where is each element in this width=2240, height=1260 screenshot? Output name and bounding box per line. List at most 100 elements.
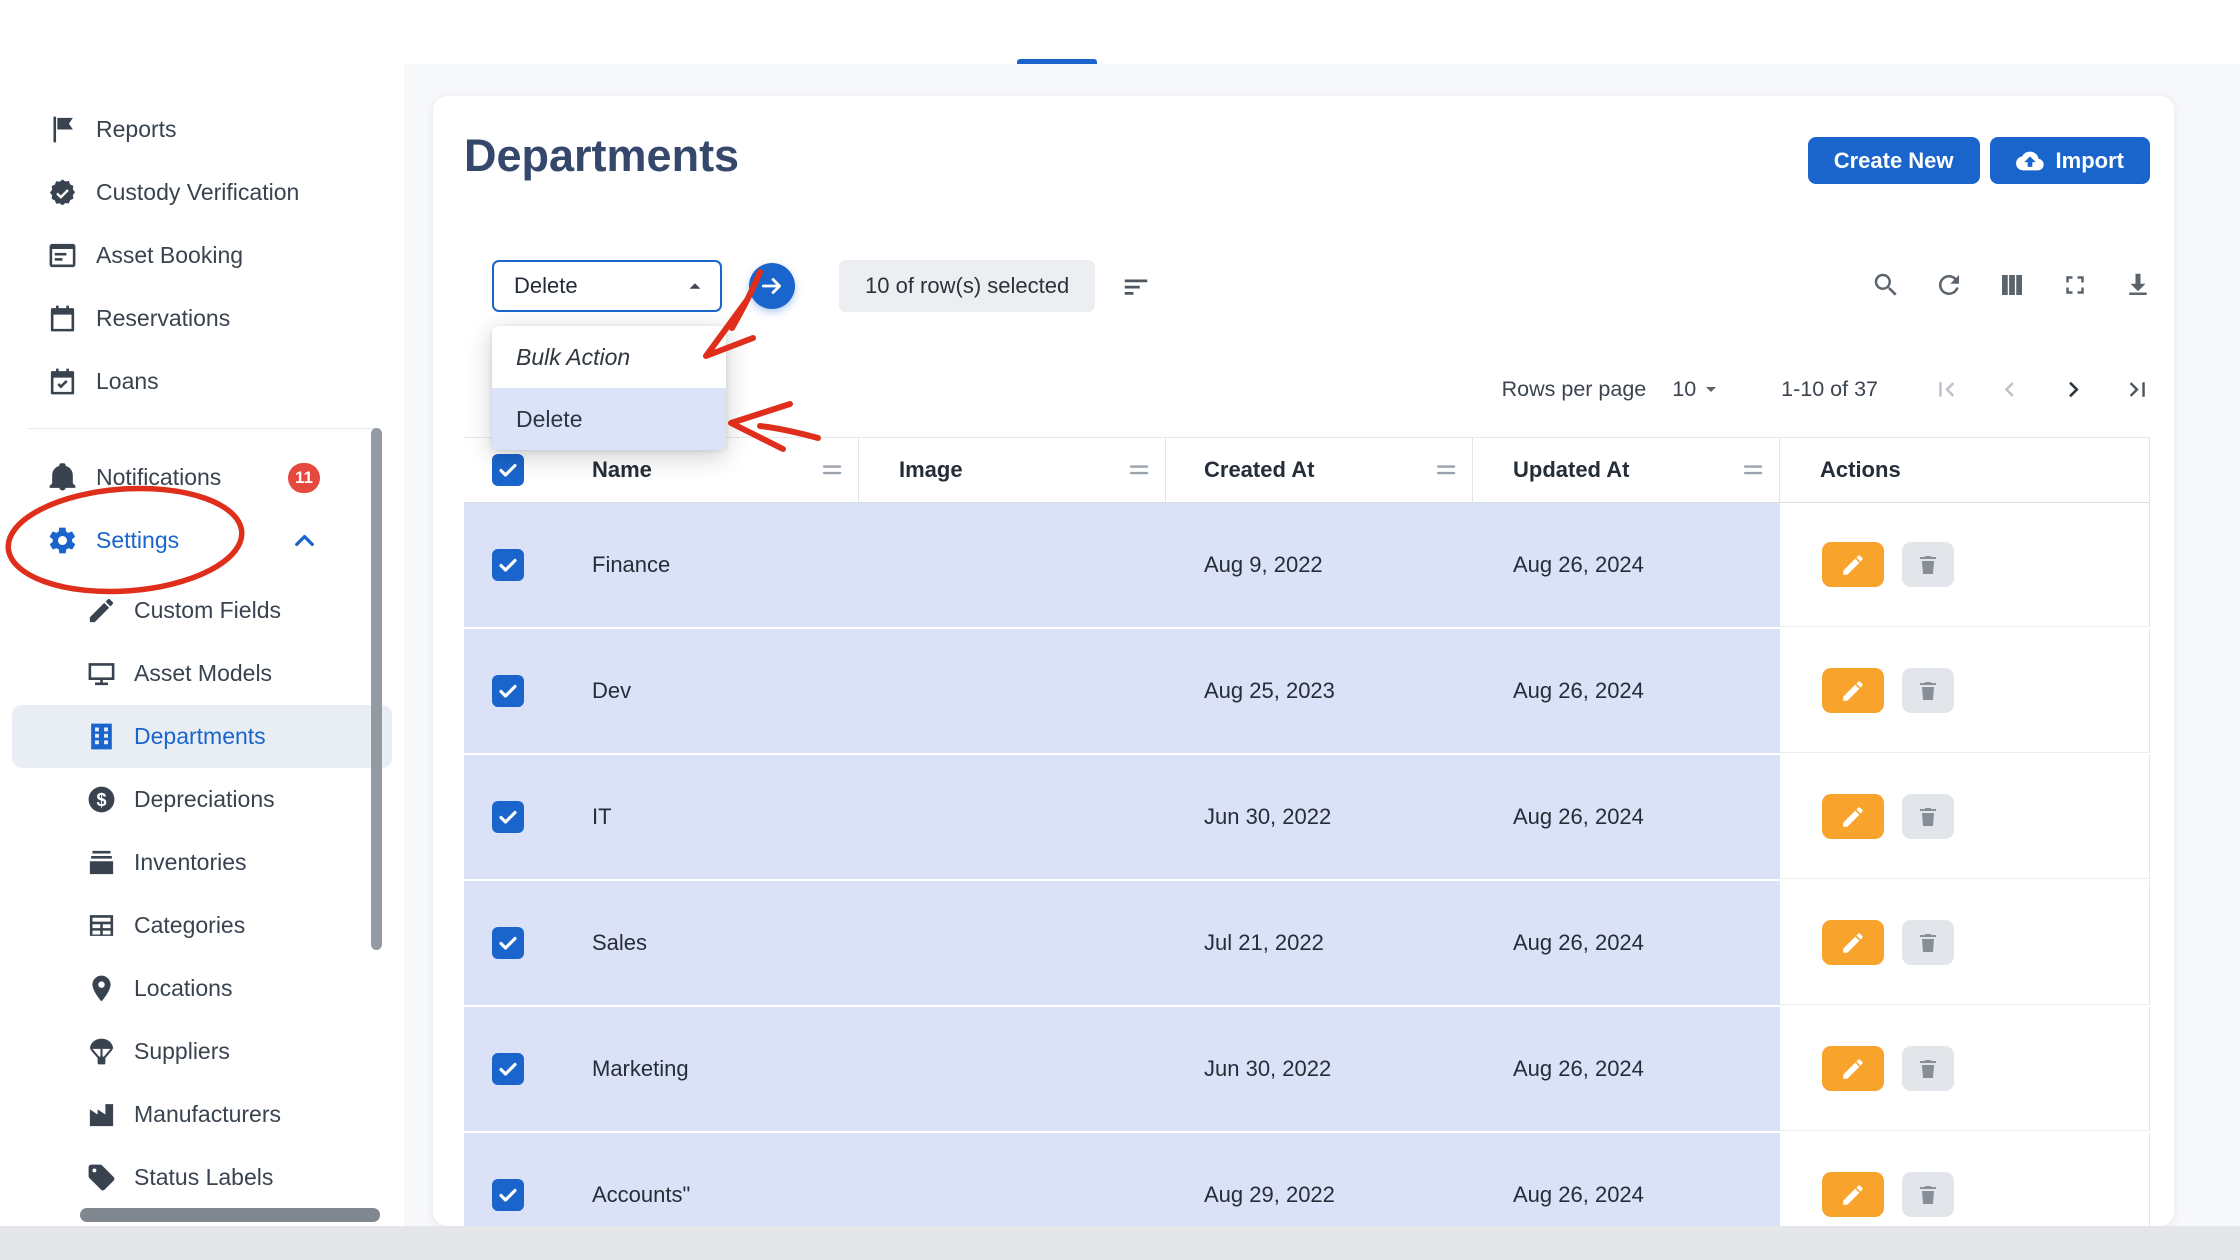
delete-button[interactable] [1902, 668, 1954, 713]
refresh-icon[interactable] [1934, 270, 1964, 300]
sort-icon[interactable] [1121, 272, 1151, 302]
sidebar-item-loans[interactable]: Loans [0, 350, 404, 413]
sidebar-item-suppliers[interactable]: Suppliers [12, 1020, 392, 1083]
arrow-right-icon [759, 273, 785, 299]
sidebar-item-custody-verification[interactable]: Custody Verification [0, 161, 404, 224]
download-icon[interactable] [2123, 270, 2153, 300]
cell-actions [1780, 1007, 2150, 1131]
calendar-check-icon [47, 366, 78, 397]
sidebar-item-departments[interactable]: Departments [12, 705, 392, 768]
row-checkbox[interactable] [492, 801, 524, 833]
sidebar-item-label: Loans [96, 368, 159, 394]
card-icon [47, 240, 78, 271]
sidebar-item-custom-fields[interactable]: Custom Fields [12, 579, 392, 642]
cell-actions [1780, 503, 2150, 627]
column-label: Image [899, 457, 963, 482]
edit-button[interactable] [1822, 542, 1884, 587]
edit-button[interactable] [1822, 668, 1884, 713]
sidebar-item-asset-models[interactable]: Asset Models [12, 642, 392, 705]
sidebar-item-inventories[interactable]: Inventories [12, 831, 392, 894]
sidebar-item-label: Settings [96, 527, 180, 553]
sidebar-item-label: Categories [134, 912, 246, 938]
sidebar-item-depreciations[interactable]: $ Depreciations [12, 768, 392, 831]
pagination-bar: Rows per page 10 1-10 of 37 [1502, 363, 2152, 415]
header-cell-updated-at[interactable]: Updated At [1473, 438, 1780, 502]
cell-image [859, 629, 1166, 753]
row-checkbox[interactable] [492, 927, 524, 959]
sidebar-item-locations[interactable]: Locations [12, 957, 392, 1020]
create-new-button[interactable]: Create New [1807, 137, 1980, 184]
first-page-icon[interactable] [1932, 375, 1961, 404]
building-icon [86, 721, 117, 752]
sidebar-item-reservations[interactable]: Reservations [0, 287, 404, 350]
row-checkbox[interactable] [492, 1179, 524, 1211]
delete-button[interactable] [1902, 794, 1954, 839]
sidebar-horizontal-scrollbar[interactable] [80, 1208, 380, 1222]
row-checkbox[interactable] [492, 549, 524, 581]
row-checkbox[interactable] [492, 675, 524, 707]
sidebar-item-label: Custom Fields [134, 597, 281, 623]
delete-button[interactable] [1902, 1046, 1954, 1091]
apply-bulk-action-button[interactable] [749, 263, 795, 309]
rows-per-page-select[interactable]: 10 [1672, 377, 1723, 402]
menu-item-delete[interactable]: Delete [492, 388, 726, 450]
sidebar-item-reports[interactable]: Reports [0, 98, 404, 161]
sidebar-item-label: Reports [96, 116, 177, 142]
rows-per-page-label: Rows per page [1501, 376, 1647, 401]
column-drag-handle-icon[interactable] [1743, 463, 1765, 477]
row-checkbox[interactable] [492, 1053, 524, 1085]
bulk-action-select[interactable]: Delete [492, 260, 722, 312]
sidebar-item-notifications[interactable]: Notifications 11 [0, 446, 404, 509]
delete-button[interactable] [1902, 1172, 1954, 1217]
calendar-icon [47, 303, 78, 334]
column-label: Updated At [1513, 457, 1630, 482]
search-icon[interactable] [1871, 270, 1901, 300]
sidebar-item-label: Manufacturers [134, 1101, 282, 1127]
columns-icon[interactable] [1997, 270, 2027, 300]
sidebar-item-status-labels[interactable]: Status Labels [12, 1146, 392, 1209]
edit-button[interactable] [1822, 1046, 1884, 1091]
cell-created-at: Jun 30, 2022 [1166, 755, 1473, 879]
gear-icon [47, 525, 78, 556]
chevron-down-icon [1699, 377, 1723, 401]
last-page-icon[interactable] [2123, 375, 2152, 404]
sidebar-item-settings[interactable]: Settings [0, 509, 404, 572]
column-drag-handle-icon[interactable] [1436, 463, 1458, 477]
monitor-icon [86, 658, 117, 689]
import-button[interactable]: Import [1989, 137, 2150, 184]
fullscreen-icon[interactable] [2060, 270, 2090, 300]
previous-page-icon[interactable] [1995, 375, 2024, 404]
cell-checkbox [464, 1007, 554, 1131]
cell-name: Accounts" [554, 1133, 859, 1226]
delete-button[interactable] [1902, 920, 1954, 965]
sidebar-item-manufacturers[interactable]: Manufacturers [12, 1083, 392, 1146]
topbar [0, 0, 2240, 64]
sidebar-vertical-scrollbar[interactable] [371, 428, 382, 950]
edit-button[interactable] [1822, 794, 1884, 839]
table-toolbar-icons [1871, 270, 2153, 300]
sidebar-item-label: Custody Verification [96, 179, 300, 205]
delete-button[interactable] [1902, 542, 1954, 587]
rows-selected-chip: 10 of row(s) selected [839, 260, 1096, 312]
select-all-checkbox[interactable] [492, 454, 524, 486]
bulk-action-value: Delete [514, 273, 578, 298]
cell-name: Marketing [554, 1007, 859, 1131]
sidebar-item-categories[interactable]: Categories [12, 894, 392, 957]
header-cell-image[interactable]: Image [859, 438, 1166, 502]
cell-actions [1780, 1133, 2150, 1226]
cell-created-at: Jul 21, 2022 [1166, 881, 1473, 1005]
factory-icon [86, 1099, 117, 1130]
departments-card: Departments Create New Import Delete 10 … [433, 96, 2174, 1226]
cell-image [859, 1133, 1166, 1226]
header-cell-created-at[interactable]: Created At [1166, 438, 1473, 502]
tag-icon [86, 1162, 117, 1193]
page-title: Departments [464, 130, 740, 181]
edit-button[interactable] [1822, 1172, 1884, 1217]
edit-button[interactable] [1822, 920, 1884, 965]
bulk-action-menu: Bulk Action Delete [492, 326, 726, 450]
next-page-icon[interactable] [2058, 374, 2089, 405]
column-drag-handle-icon[interactable] [1129, 463, 1151, 477]
cell-image [859, 503, 1166, 627]
sidebar-item-asset-booking[interactable]: Asset Booking [0, 224, 404, 287]
column-drag-handle-icon[interactable] [822, 463, 844, 477]
